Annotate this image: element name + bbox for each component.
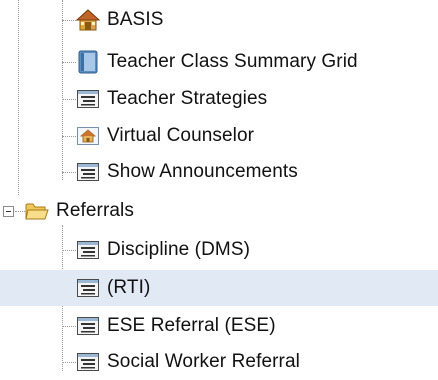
home-icon bbox=[75, 8, 101, 32]
tree-item-label: ESE Referral (ESE) bbox=[107, 315, 276, 336]
tree-connector bbox=[62, 172, 76, 173]
tree-connector bbox=[62, 0, 63, 180]
tree-item-label: Show Announcements bbox=[107, 161, 298, 182]
tree-item-virtual-counselor[interactable]: Virtual Counselor bbox=[76, 118, 254, 154]
tree-item-teacher-class-summary-grid[interactable]: Teacher Class Summary Grid bbox=[76, 44, 358, 80]
tree-item-ese-referral[interactable]: ESE Referral (ESE) bbox=[76, 308, 276, 344]
tree-item-social-worker-referral[interactable]: Social Worker Referral bbox=[76, 344, 300, 380]
page-icon bbox=[76, 238, 100, 262]
page-icon bbox=[76, 87, 100, 111]
tree-item-label: (RTI) bbox=[107, 277, 151, 298]
tree-item-label: Discipline (DMS) bbox=[107, 239, 251, 260]
tree-item-show-announcements[interactable]: Show Announcements bbox=[76, 154, 298, 190]
tree-connector bbox=[62, 20, 76, 21]
folder-open-icon bbox=[25, 199, 49, 223]
tree-item-label: Virtual Counselor bbox=[107, 125, 255, 146]
page-icon bbox=[76, 350, 100, 374]
tree-folder-label: Referrals bbox=[56, 200, 134, 221]
tree-item-teacher-strategies[interactable]: Teacher Strategies bbox=[76, 81, 267, 117]
page-icon bbox=[76, 160, 100, 184]
tree-item-label: Teacher Class Summary Grid bbox=[107, 51, 358, 72]
collapse-toggle-icon[interactable] bbox=[3, 206, 14, 217]
page-icon bbox=[76, 314, 100, 338]
tree-connector bbox=[62, 362, 76, 363]
tree-item-label: BASIS bbox=[107, 9, 164, 30]
tree-connector bbox=[18, 0, 19, 195]
tree-connector bbox=[62, 326, 76, 327]
navigation-tree: BASIS Teacher Class Summary Grid Teacher… bbox=[0, 0, 438, 377]
tree-item-basis[interactable]: BASIS bbox=[75, 2, 164, 38]
tree-item-label: Teacher Strategies bbox=[107, 88, 268, 109]
tree-connector bbox=[62, 62, 76, 63]
tree-connector bbox=[62, 99, 76, 100]
selected-row-highlight bbox=[0, 270, 438, 306]
tree-connector bbox=[62, 136, 76, 137]
home-small-icon bbox=[76, 124, 100, 148]
tree-connector bbox=[62, 250, 76, 251]
tree-folder-referrals[interactable]: Referrals bbox=[25, 193, 134, 229]
tree-item-label: Social Worker Referral bbox=[107, 351, 300, 372]
page-icon bbox=[76, 276, 100, 300]
book-icon bbox=[76, 50, 100, 74]
tree-connector bbox=[15, 211, 25, 212]
tree-item-rti[interactable]: (RTI) bbox=[76, 270, 150, 306]
tree-item-discipline-dms[interactable]: Discipline (DMS) bbox=[76, 232, 250, 268]
